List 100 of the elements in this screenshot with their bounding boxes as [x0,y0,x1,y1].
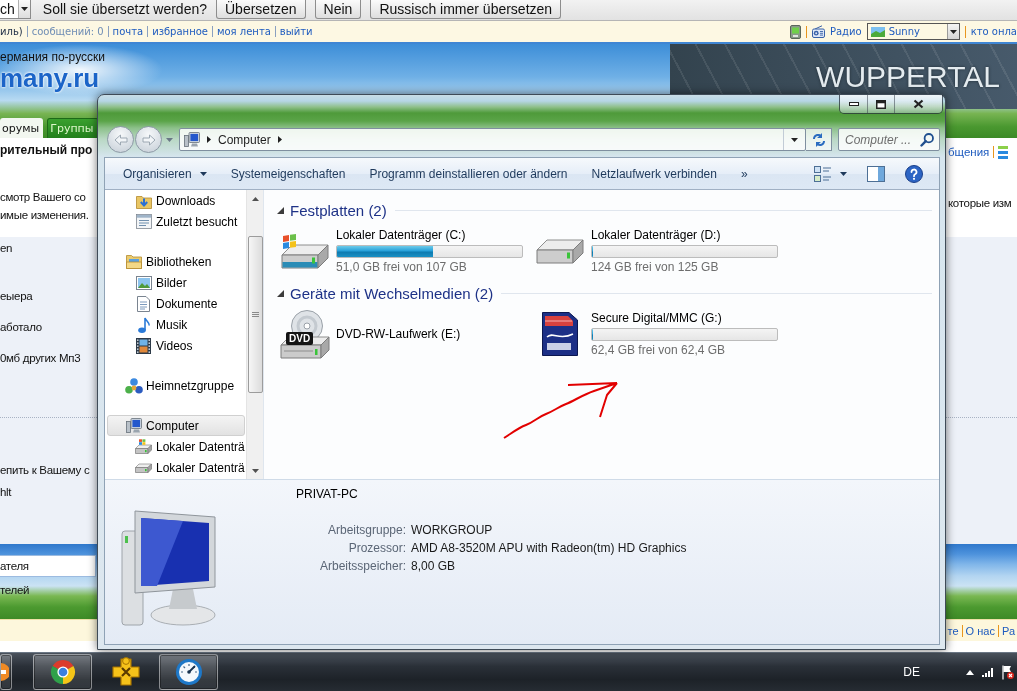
up-arrow-icon[interactable] [966,669,974,675]
signal-bars-icon[interactable] [982,667,994,677]
more-button[interactable]: » [730,161,758,186]
translate-button[interactable]: Nein [314,0,362,19]
language-indicator[interactable]: DE [903,665,920,679]
user-bar-text: иль) [0,24,23,39]
taskbar-button[interactable] [159,654,218,690]
gadget-icon[interactable] [789,24,801,39]
intro-text: смотр Вашего со [0,190,86,205]
refresh-icon[interactable] [810,131,827,148]
intro-text: которые изм [948,196,1012,211]
caret-down-icon [20,7,28,11]
nav-item[interactable]: Bilder [107,272,245,293]
drive-name[interactable]: DVD-RW-Laufwerk (E:) [336,326,461,342]
detail-label: Prozessor: [347,541,406,556]
radio-link[interactable]: Радио [829,24,862,39]
post-text: аботало [0,320,42,335]
breadcrumb-link[interactable]: Computer [218,132,271,147]
nav-item[interactable]: Bibliotheken [107,251,245,272]
nav-item[interactable]: Zuletzt besucht [107,211,245,232]
toolbar-button[interactable]: Programm deinstallieren oder ändern [359,161,578,186]
scrollbar[interactable] [246,190,263,479]
speedometer-icon[interactable] [174,658,203,686]
preview-pane-icon [867,165,885,182]
music-note-icon [137,316,150,333]
text-field[interactable]: ателя [0,555,96,577]
footer-link[interactable]: те [947,623,959,638]
site-tab[interactable]: орумы [0,118,44,138]
help-icon [905,164,923,183]
drive-name[interactable]: Secure Digital/MMC (G:) [591,310,722,326]
dropdown-select[interactable]: ch [0,0,31,19]
drive-name[interactable]: Lokaler Datenträger (D:) [591,227,721,243]
nav-link[interactable]: избранное [152,24,208,39]
list-icon[interactable] [998,145,1009,159]
caret-down-icon [199,171,207,176]
site-logo[interactable]: many.ru [0,64,100,92]
arrow-left-icon [113,133,128,146]
radio-icon [811,25,825,38]
band-text: телей [0,583,30,598]
minimize-button[interactable] [840,95,867,113]
footer-link[interactable]: О нас [965,623,995,638]
hard-drive-icon [536,238,584,264]
group-header[interactable]: Festplatten (2) [277,201,932,219]
detail-value: AMD A8-3520M APU with Radeon(tm) HD Graphics [411,541,687,556]
app-icon[interactable] [1,663,9,681]
translate-button[interactable]: Übersetzen [216,0,306,19]
library-folder-icon [125,254,142,269]
site-tab[interactable]: Группы [47,118,99,138]
group-header[interactable]: Geräte mit Wechselmedien (2) [277,284,932,302]
detail-value: WORKGROUP [411,523,494,538]
picture-icon [135,275,152,290]
hard-drive-logo-icon [281,233,329,269]
translate-button[interactable]: Russisch immer übersetzen [370,0,562,19]
refresh-button[interactable] [806,128,832,151]
arrow-right-icon [141,133,156,146]
nav-item[interactable]: Computer [107,415,245,436]
nav-item[interactable]: Lokaler Datenträ [107,457,245,478]
search-icon[interactable] [920,132,934,147]
messages-link[interactable]: бщения [948,144,990,160]
banner-title: WUPPERTAL [816,62,1000,92]
scrollbar-thumb[interactable] [247,236,263,393]
search-field[interactable]: Computer ... [838,128,940,151]
nav-link[interactable]: почта [112,24,144,39]
free-space-label: 51,0 GB frei von 107 GB [336,259,467,275]
landscape-icon [870,26,885,37]
nav-link[interactable]: моя лента [216,24,271,39]
nav-item[interactable]: Videos [107,335,245,356]
user-bar-text: сообщений: 0 [31,24,104,39]
dvd-badge: DVD [286,332,314,345]
nav-link[interactable]: выйти [279,24,313,39]
nav-item[interactable]: Heimnetzgruppe [107,375,245,396]
nav-item[interactable]: Dokumente [107,293,245,314]
nav-item[interactable]: Musik [107,314,245,335]
drive-name[interactable]: Lokaler Datenträger (C:) [336,227,466,243]
online-link[interactable]: кто онла [970,24,1017,39]
film-strip-icon [136,337,151,354]
toolbar-button[interactable]: Systemeigenschaften [220,161,356,186]
taskbar-button[interactable] [0,654,12,690]
maximize-button[interactable] [867,95,894,113]
nav-item[interactable]: Lokaler Datenträ [107,436,245,457]
scroll-up-icon[interactable] [251,196,259,201]
free-space-label: 62,4 GB frei von 62,4 GB [591,342,726,358]
taskbar-button[interactable] [33,654,92,690]
toolbar-button[interactable]: Netzlaufwerk verbinden [581,161,727,186]
ring-logo-icon[interactable] [49,659,76,685]
nav-item[interactable]: Downloads [107,190,245,211]
window-list-icon [135,214,152,229]
puzzle-icon[interactable] [110,657,141,687]
address-bar[interactable]: Computer [179,128,806,151]
chevron-right-icon [277,136,282,143]
free-space-label: 124 GB frei von 125 GB [591,259,719,275]
menu-button[interactable]: Organisieren [113,161,217,186]
view-options-icon[interactable] [814,165,832,182]
weather-select[interactable]: Sunny [866,23,960,40]
footer-link[interactable]: Ра [1001,623,1015,638]
scroll-down-icon[interactable] [251,468,259,473]
close-icon [913,99,924,109]
post-text: еыера [0,289,33,304]
close-button[interactable] [894,95,942,113]
flag-with-x-icon[interactable] [1002,664,1014,680]
